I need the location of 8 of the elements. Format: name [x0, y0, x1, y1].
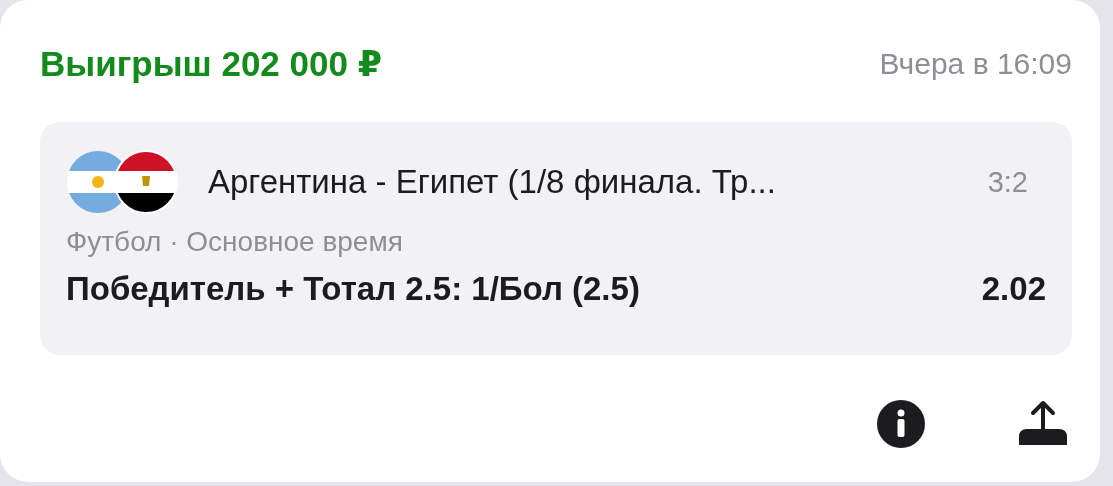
match-title: Аргентина - Египет (1/8 финала. Тр...	[208, 163, 777, 201]
info-icon[interactable]	[876, 399, 926, 449]
bet-time: Вчера в 16:09	[879, 47, 1072, 81]
bet-selection: Победитель + Тотал 2.5: 1/Бол (2.5)	[66, 270, 640, 308]
event-meta: Футбол · Основное время	[66, 226, 404, 258]
win-title: Выигрыш 202 000 ₽	[40, 44, 383, 84]
match-score: 3:2	[987, 165, 1028, 199]
bet-odds: 2.02	[981, 270, 1046, 308]
